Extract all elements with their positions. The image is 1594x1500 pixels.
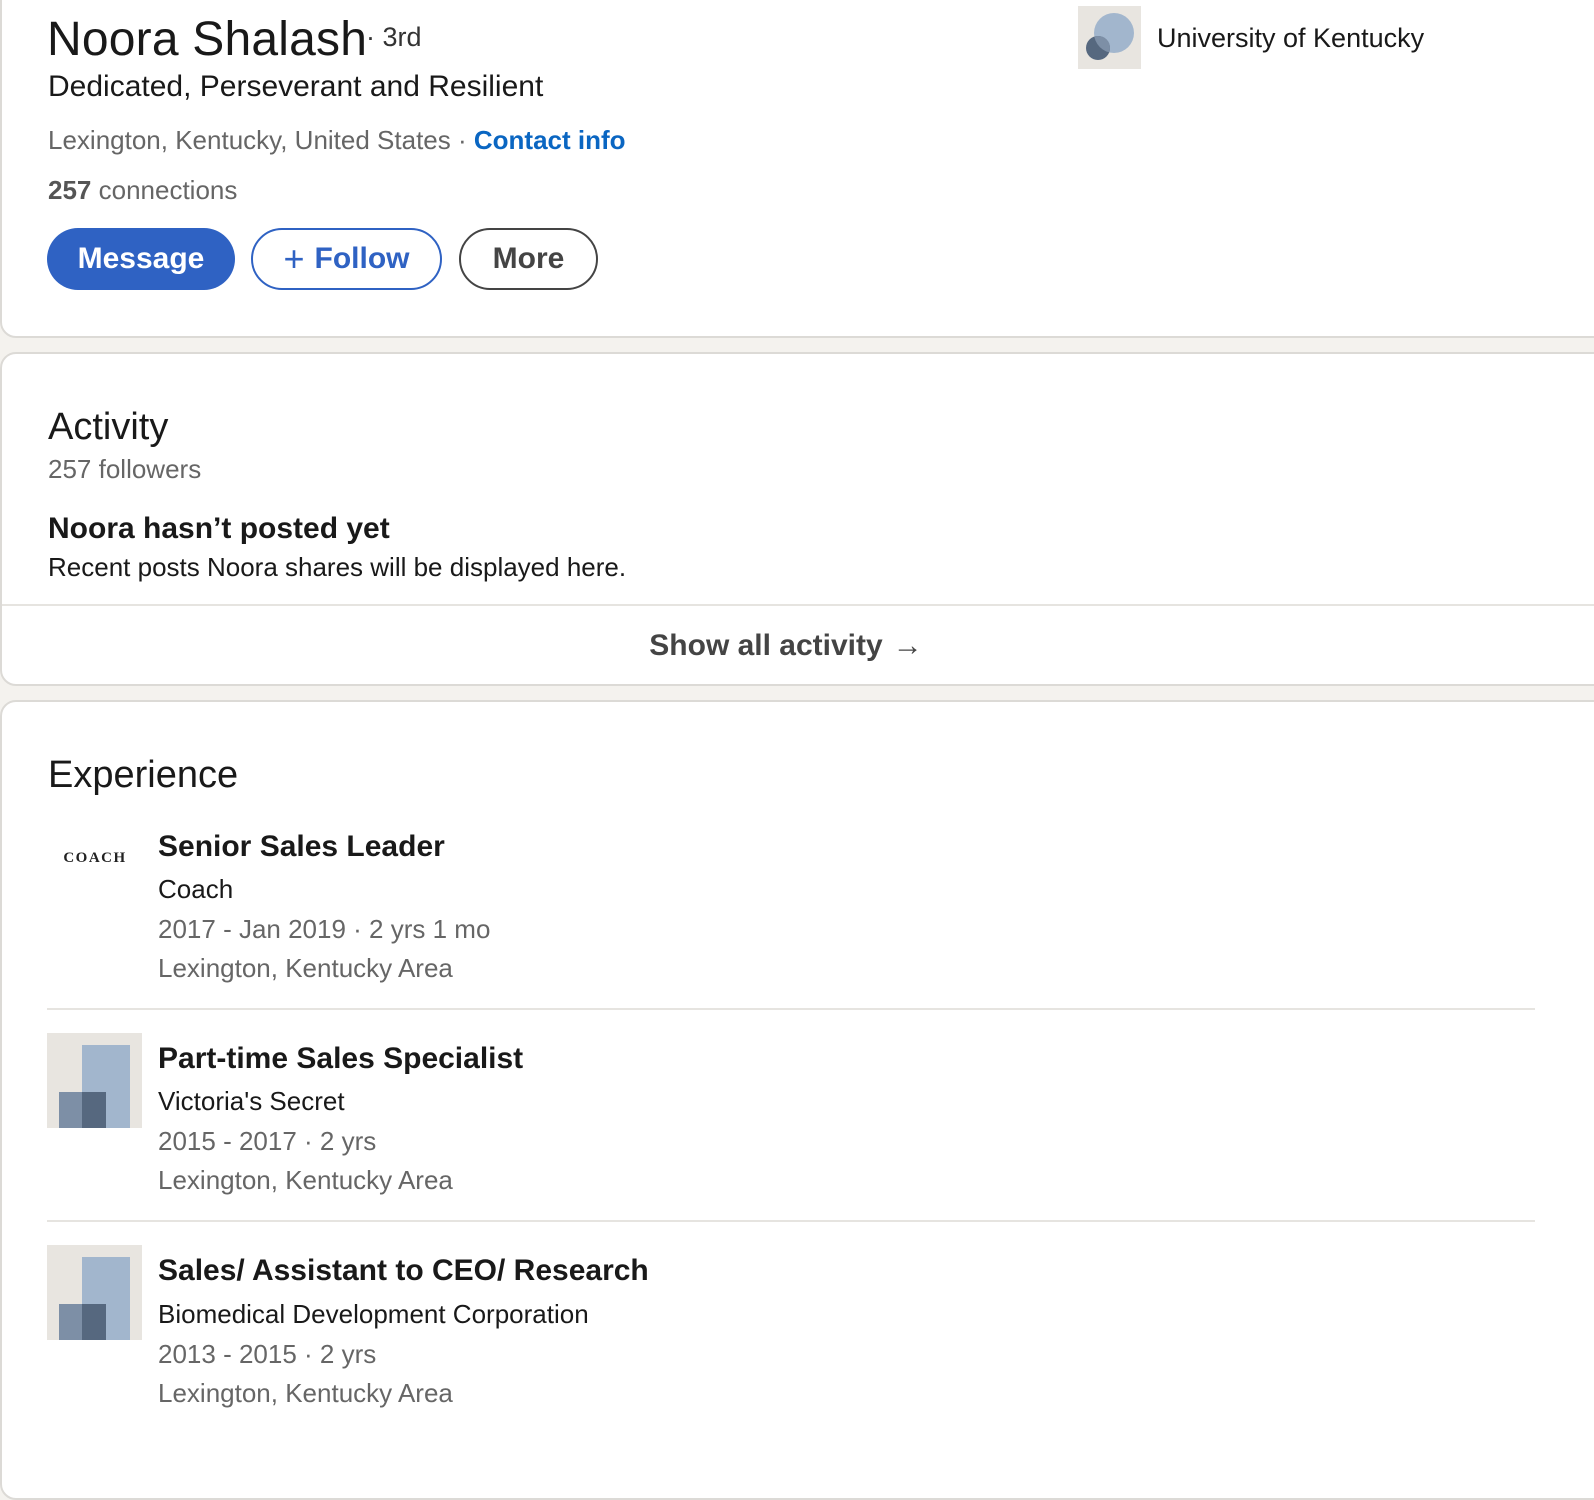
experience-location: Lexington, Kentucky Area	[158, 1165, 453, 1195]
profile-name: Noora Shalash	[47, 13, 368, 66]
empty-posts-subtitle: Recent posts Noora shares will be displa…	[48, 552, 627, 582]
experience-dates: 2015 - 2017 · 2 yrs	[158, 1126, 377, 1156]
coach-logo-text: COACH	[63, 850, 127, 866]
company-placeholder-logo-icon[interactable]	[47, 1245, 142, 1340]
message-button[interactable]: Message	[47, 228, 235, 290]
follow-button[interactable]: + Follow	[251, 228, 442, 290]
activity-card: Activity 257 followers Noora hasn’t post…	[0, 352, 1594, 686]
plus-icon: +	[283, 238, 305, 279]
more-button[interactable]: More	[459, 228, 598, 290]
profile-location: Lexington, Kentucky, United States	[48, 125, 451, 155]
experience-divider	[47, 1220, 1535, 1222]
university-logo-icon[interactable]	[1078, 6, 1141, 69]
experience-location: Lexington, Kentucky Area	[158, 953, 453, 983]
experience-title-text: Part-time Sales Specialist	[158, 1042, 524, 1075]
location-separator: ·	[450, 125, 474, 155]
experience-title-text: Senior Sales Leader	[158, 830, 445, 863]
empty-posts-title: Noora hasn’t posted yet	[48, 512, 390, 545]
show-all-activity-button[interactable]: Show all activity →	[2, 606, 1570, 686]
experience-card: Experience COACH Senior Sales Leader Coa…	[0, 700, 1594, 1500]
experience-company: Victoria's Secret	[158, 1086, 345, 1116]
connections-count: 257	[48, 175, 92, 205]
profile-top-card: Noora Shalash · 3rd Dedicated, Persevera…	[0, 0, 1594, 338]
coach-logo[interactable]: COACH	[47, 822, 142, 917]
arrow-right-icon: →	[892, 629, 923, 662]
experience-dates: 2013 - 2015 · 2 yrs	[158, 1339, 377, 1369]
experience-title: Experience	[48, 754, 239, 796]
profile-location-row: Lexington, Kentucky, United States · Con…	[48, 125, 626, 156]
follow-label: Follow	[314, 242, 410, 275]
profile-headline: Dedicated, Perseverant and Resilient	[48, 70, 544, 103]
activity-title: Activity	[48, 406, 169, 448]
company-placeholder-logo-icon[interactable]	[47, 1033, 142, 1128]
connections-link[interactable]: 257 connections	[48, 175, 237, 206]
experience-divider	[47, 1008, 1535, 1010]
experience-title-text: Sales/ Assistant to CEO/ Research	[158, 1254, 649, 1287]
connection-degree: · 3rd	[366, 22, 422, 52]
experience-company: Coach	[158, 874, 234, 904]
followers-count: 257 followers	[48, 454, 202, 484]
contact-info-link[interactable]: Contact info	[474, 125, 626, 155]
show-all-label: Show all activity	[649, 629, 883, 662]
connections-label: connections	[91, 175, 238, 205]
experience-company: Biomedical Development Corporation	[158, 1299, 589, 1329]
experience-location: Lexington, Kentucky Area	[158, 1378, 453, 1408]
experience-dates: 2017 - Jan 2019 · 2 yrs 1 mo	[158, 914, 491, 944]
university-name-link[interactable]: University of Kentucky	[1157, 23, 1424, 54]
